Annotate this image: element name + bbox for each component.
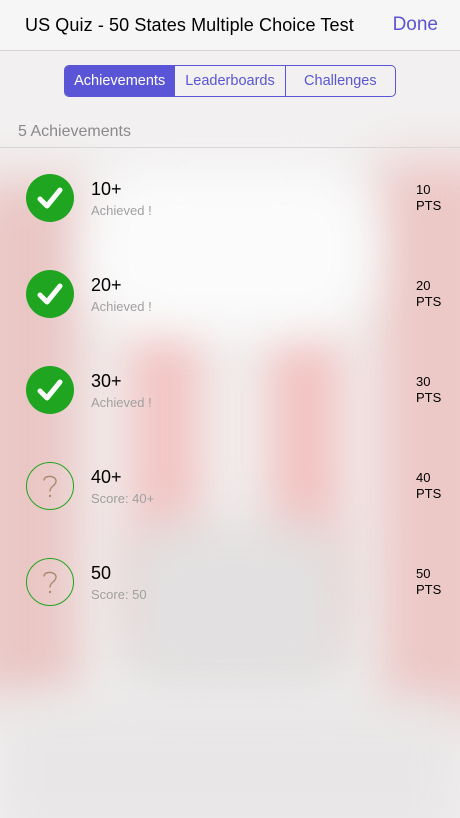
achievement-points: 10 PTS [416, 182, 442, 214]
achievement-points: 50 PTS [416, 566, 442, 598]
achievement-subtitle: Achieved ! [91, 299, 152, 314]
achievement-title: 20+ [91, 275, 122, 295]
achievement-row-20[interactable]: 20+ Achieved ! 20 PTS [0, 244, 460, 340]
points-value: 30 [416, 374, 431, 389]
tab-leaderboards[interactable]: Leaderboards [175, 66, 286, 96]
points-value: 40 [416, 470, 431, 485]
achievement-points: 30 PTS [416, 374, 442, 406]
achievement-points: 20 PTS [416, 278, 442, 310]
achievement-points: 40 PTS [416, 470, 442, 502]
points-unit: PTS [416, 390, 442, 405]
achievement-title: 50 [91, 563, 112, 583]
navigation-bar: US Quiz - 50 States Multiple Choice Test… [0, 0, 460, 51]
points-unit: PTS [416, 582, 442, 597]
page-title: US Quiz - 50 States Multiple Choice Test [25, 14, 354, 35]
done-button[interactable]: Done [393, 14, 438, 36]
points-value: 50 [416, 566, 431, 581]
achievement-subtitle: Score: 40+ [91, 491, 155, 506]
tab-challenges[interactable]: Challenges [286, 66, 395, 96]
segmented-control: Achievements Leaderboards Challenges [64, 65, 396, 97]
achievement-row-10[interactable]: 10+ Achieved ! 10 PTS [0, 148, 460, 244]
points-unit: PTS [416, 198, 442, 213]
achievement-subtitle: Score: 50 [91, 587, 147, 602]
achievements-count: 5 Achievements [0, 123, 460, 148]
points-value: 10 [416, 182, 431, 197]
points-unit: PTS [416, 486, 442, 501]
achievement-title: 30+ [91, 371, 122, 391]
achievement-title: 10+ [91, 179, 122, 199]
achievement-title: 40+ [91, 467, 122, 487]
tab-achievements[interactable]: Achievements [65, 66, 176, 96]
question-mark-icon [26, 558, 74, 606]
achievements-list: 10+ Achieved ! 10 PTS 20+ Achieved ! 20 … [0, 148, 460, 628]
checkmark-icon [26, 174, 74, 222]
achievement-row-30[interactable]: 30+ Achieved ! 30 PTS [0, 340, 460, 436]
points-value: 20 [416, 278, 431, 293]
question-mark-icon [26, 462, 74, 510]
points-unit: PTS [416, 294, 442, 309]
checkmark-icon [26, 270, 74, 318]
achievement-row-50[interactable]: 50 Score: 50 50 PTS [0, 532, 460, 628]
checkmark-icon [26, 366, 74, 414]
achievement-subtitle: Achieved ! [91, 203, 152, 218]
achievement-subtitle: Achieved ! [91, 395, 152, 410]
achievement-row-40[interactable]: 40+ Score: 40+ 40 PTS [0, 436, 460, 532]
